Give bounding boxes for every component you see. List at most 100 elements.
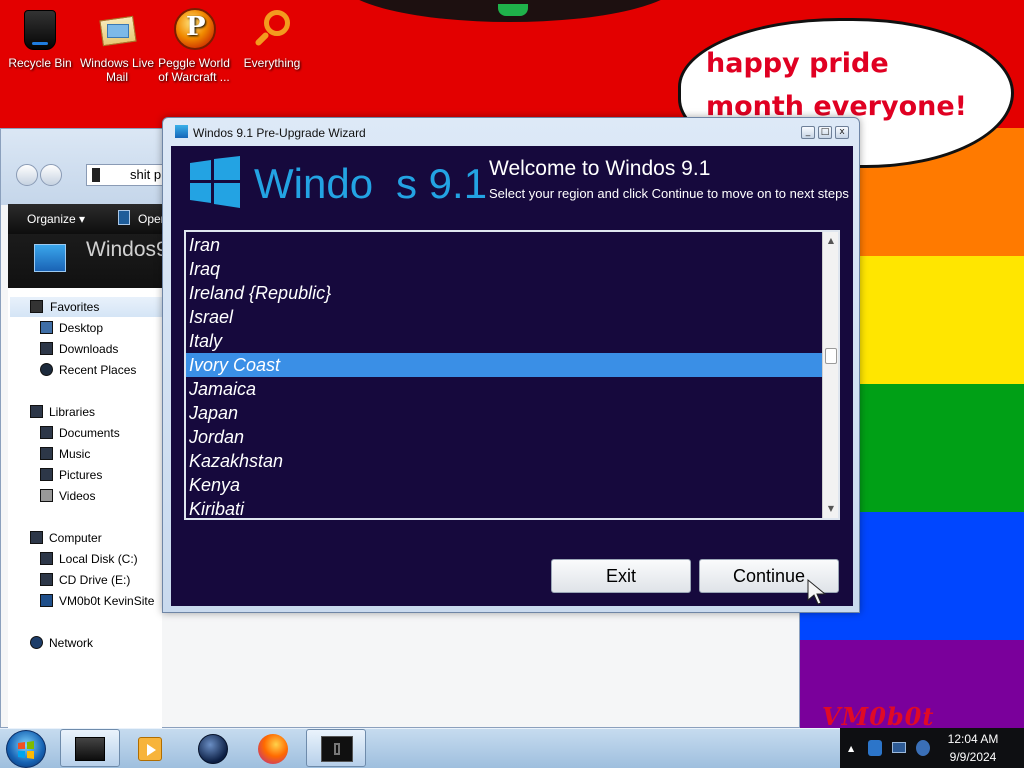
region-list-item[interactable]: Kiribati: [186, 497, 822, 518]
clock-time[interactable]: 12:04 AM: [944, 732, 1002, 746]
nav-favorites[interactable]: Favorites: [10, 297, 162, 317]
clock-date[interactable]: 9/9/2024: [944, 750, 1002, 764]
recent-places-icon: [40, 363, 53, 376]
nav-libraries[interactable]: Libraries: [30, 405, 95, 425]
nav-desktop[interactable]: Desktop: [40, 321, 103, 341]
folder-banner-icon: [34, 244, 66, 272]
nav-documents[interactable]: Documents: [40, 426, 120, 446]
scroll-up-arrow-icon[interactable]: ▲: [823, 232, 838, 250]
computer-icon: [30, 531, 43, 544]
downloads-icon: [40, 342, 53, 355]
tray-expand-icon[interactable]: ▲: [848, 744, 854, 753]
region-list-item[interactable]: Jamaica: [186, 377, 822, 401]
tray-volume-icon[interactable]: [916, 740, 930, 756]
music-icon: [40, 447, 53, 460]
nav-network[interactable]: Network: [30, 636, 93, 656]
mouse-cursor-icon: [807, 578, 827, 605]
windows-logo-icon: [190, 156, 240, 208]
desktop-icon-recycle-bin[interactable]: Recycle Bin: [0, 4, 80, 70]
network-drive-icon: [40, 594, 53, 607]
nav-videos[interactable]: Videos: [40, 489, 95, 509]
nav-downloads[interactable]: Downloads: [40, 342, 118, 362]
back-button[interactable]: [16, 164, 38, 186]
nav-recent-places[interactable]: Recent Places: [40, 363, 136, 383]
nav-pictures[interactable]: Pictures: [40, 468, 102, 488]
start-button[interactable]: [6, 730, 46, 768]
region-list-item[interactable]: Italy: [186, 329, 822, 353]
desktop-icon-windows-live-mail[interactable]: Windows Live Mail: [77, 4, 157, 84]
magnifier-icon: [250, 6, 294, 52]
maximize-button[interactable]: □: [818, 126, 832, 139]
region-list-item[interactable]: Kazakhstan: [186, 449, 822, 473]
nav-vm0b0t-site[interactable]: VM0b0t KevinSite: [40, 594, 154, 614]
list-scrollbar[interactable]: ▲ ▼: [822, 232, 838, 518]
wizard-instructions: Select your region and click Continue to…: [489, 186, 849, 201]
disk-icon: [40, 552, 53, 565]
globe-icon: [198, 734, 228, 764]
network-icon: [30, 636, 43, 649]
scrollbar-thumb[interactable]: [825, 348, 837, 364]
explorer-banner-title: Windos9: [86, 238, 168, 261]
explorer-navigation-buttons: [16, 164, 76, 186]
drive-icon: [92, 168, 100, 182]
nav-music[interactable]: Music: [40, 447, 90, 467]
media-player-icon: [138, 737, 162, 761]
region-list-item[interactable]: Kenya: [186, 473, 822, 497]
wizard-heading: Welcome to Windos 9.1: [489, 157, 711, 180]
region-list-item[interactable]: Japan: [186, 401, 822, 425]
taskbar-media-player-button[interactable]: [122, 729, 182, 767]
wizard-title: Windos 9.1 Pre-Upgrade Wizard: [193, 126, 366, 140]
firefox-icon: [258, 734, 288, 764]
taskbar-explorer-button[interactable]: [60, 729, 120, 767]
organize-label: Organize: [27, 212, 76, 226]
desktop-icon-peggle[interactable]: P Peggle World of Warcraft ...: [154, 4, 234, 84]
forward-button[interactable]: [40, 164, 62, 186]
wizard-title-icon: [175, 125, 188, 138]
wizard-logo-version: s 9.1: [396, 160, 488, 207]
region-list-item[interactable]: Israel: [186, 305, 822, 329]
peggle-icon: P: [172, 6, 216, 52]
desktop-icon-label: Everything: [243, 56, 301, 70]
libraries-icon: [30, 405, 43, 418]
explorer-icon: [75, 737, 105, 761]
recycle-bin-icon: [18, 6, 62, 52]
address-bar-text: shit p: [130, 167, 162, 182]
nav-local-disk[interactable]: Local Disk (C:): [40, 552, 138, 572]
terminal-icon: [321, 736, 353, 762]
star-icon: [30, 300, 49, 314]
wallpaper-dome-lights: [498, 4, 528, 16]
nav-cd-drive[interactable]: CD Drive (E:): [40, 573, 130, 593]
mail-icon: [95, 6, 139, 52]
tray-network-icon[interactable]: [892, 742, 906, 753]
desktop-icon-everything[interactable]: Everything: [232, 4, 312, 70]
minimize-button[interactable]: _: [801, 126, 815, 139]
region-list-item[interactable]: Ireland {Republic}: [186, 281, 822, 305]
region-list-item[interactable]: Ivory Coast: [186, 353, 822, 377]
region-listbox[interactable]: Iran Iraq Ireland {Republic} Israel Italy Ivo…: [184, 230, 840, 520]
close-button[interactable]: x: [835, 126, 849, 139]
speech-bubble-text: happy pride month everyone!: [706, 48, 967, 122]
nav-computer[interactable]: Computer: [30, 531, 102, 551]
region-list-item[interactable]: Iran: [186, 233, 822, 257]
windows-flag-icon: [18, 741, 34, 759]
desktop-icon: [40, 321, 53, 334]
scroll-down-arrow-icon[interactable]: ▼: [823, 500, 838, 518]
watermark-logo: VM0b0t: [822, 702, 935, 731]
cd-drive-icon: [40, 573, 53, 586]
organize-button[interactable]: Organize ▾: [27, 212, 85, 226]
desktop-icon-label: Windows Live Mail: [79, 56, 155, 84]
open-icon: [118, 210, 130, 225]
exit-button[interactable]: Exit: [551, 559, 691, 593]
region-list-item[interactable]: Jordan: [186, 425, 822, 449]
taskbar-terminal-button[interactable]: [306, 729, 366, 767]
pictures-icon: [40, 468, 53, 481]
taskbar-globe-button[interactable]: [184, 729, 244, 767]
desktop-icon-label: Peggle World of Warcraft ...: [158, 56, 230, 84]
region-list-item[interactable]: Iraq: [186, 257, 822, 281]
taskbar-firefox-button[interactable]: [244, 729, 304, 767]
videos-icon: [40, 489, 53, 502]
desktop-icon-label: Recycle Bin: [8, 56, 72, 70]
wizard-logo-text: Windo: [254, 160, 374, 207]
tray-app-icon[interactable]: [868, 740, 882, 756]
documents-icon: [40, 426, 53, 439]
